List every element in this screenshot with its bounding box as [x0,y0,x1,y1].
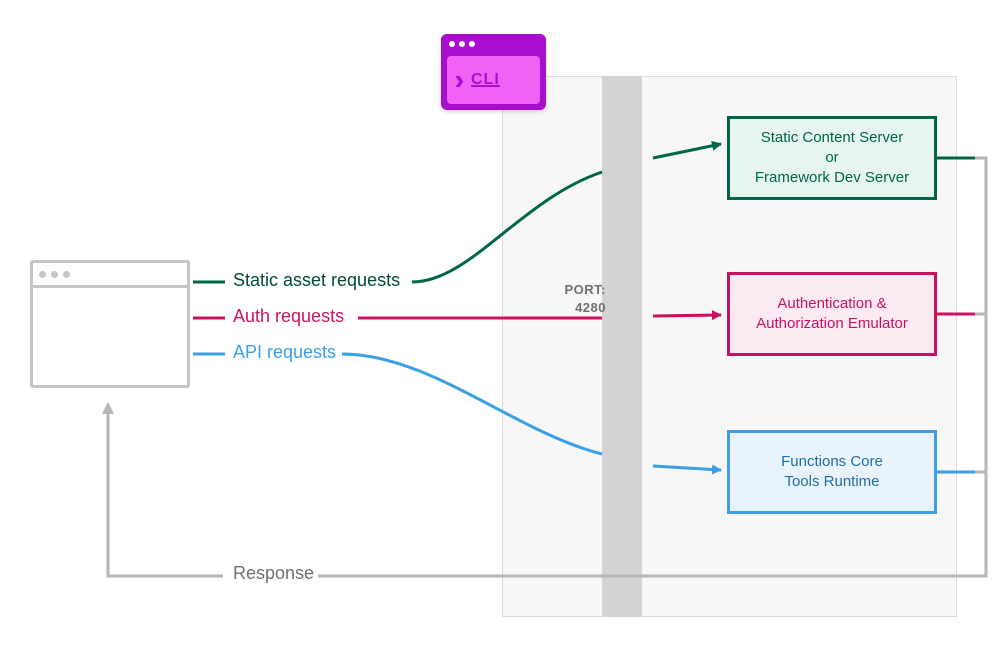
service-static-line1: Static Content Server [755,128,909,148]
label-auth-requests: Auth requests [233,306,344,327]
service-functions-runtime: Functions Core Tools Runtime [727,430,937,514]
label-response: Response [233,563,314,584]
service-auth-emulator: Authentication & Authorization Emulator [727,272,937,356]
service-static-line2: or [755,148,909,168]
cli-body: ›› CLI [447,56,540,104]
service-func-line2: Tools Runtime [781,472,883,492]
port-number: 4280 [575,300,606,315]
service-static-content: Static Content Server or Framework Dev S… [727,116,937,200]
service-auth-line2: Authorization Emulator [756,314,908,334]
port-strip [602,76,642,617]
window-dot-icon [459,41,465,47]
service-func-line1: Functions Core [781,452,883,472]
window-dot-icon [51,271,58,278]
cli-label: CLI [471,71,500,89]
service-static-line3: Framework Dev Server [755,168,909,188]
window-dot-icon [63,271,70,278]
browser-icon [30,260,190,388]
port-label: PORT: 4280 [551,281,606,316]
service-auth-line1: Authentication & [756,294,908,314]
cli-titlebar [441,34,546,54]
browser-titlebar [33,263,187,288]
window-dot-icon [469,41,475,47]
window-dot-icon [39,271,46,278]
cli-badge: ›› CLI [441,34,546,110]
diagram-canvas: PORT: 4280 [0,0,1000,654]
port-label-text: PORT: [565,282,607,297]
label-api-requests: API requests [233,342,336,363]
window-dot-icon [449,41,455,47]
label-static-assets: Static asset requests [233,270,400,291]
